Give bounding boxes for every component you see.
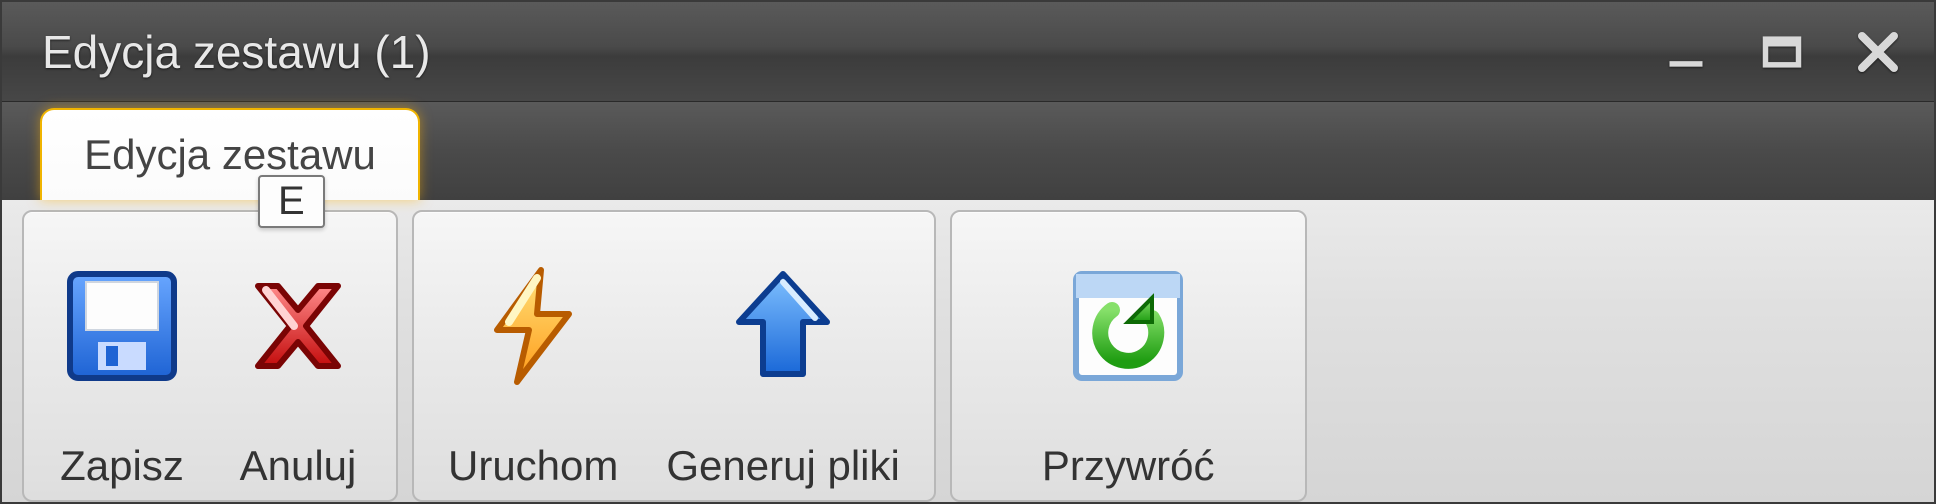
save-button[interactable]: Zapisz	[38, 220, 206, 500]
window-controls	[1662, 28, 1902, 76]
tab-strip: Edycja zestawu E	[2, 102, 1934, 200]
app-window: Edycja zestawu (1) Edycja zestawu E	[0, 0, 1936, 504]
titlebar: Edycja zestawu (1)	[2, 2, 1934, 102]
generate-button[interactable]: Generuj pliki	[646, 220, 919, 500]
close-button[interactable]	[1854, 28, 1902, 76]
tab-label: Edycja zestawu	[84, 131, 376, 179]
minimize-button[interactable]	[1662, 28, 1710, 76]
maximize-button[interactable]	[1758, 28, 1806, 76]
restore-label: Przywróć	[1042, 442, 1215, 490]
run-label: Uruchom	[448, 442, 618, 490]
cancel-button[interactable]: Anuluj	[214, 220, 382, 500]
x-icon	[234, 262, 362, 390]
tab-edycja-zestawu[interactable]: Edycja zestawu E	[40, 108, 420, 200]
ribbon-group-1: Zapisz Anuluj	[22, 210, 398, 502]
save-label: Zapisz	[60, 442, 184, 490]
close-icon	[1854, 28, 1902, 76]
run-button[interactable]: Uruchom	[428, 220, 638, 500]
ribbon-group-2: Uruchom Generuj pliki	[412, 210, 936, 502]
refresh-icon	[1064, 262, 1192, 390]
upload-icon	[719, 262, 847, 390]
maximize-icon	[1760, 30, 1804, 74]
window-title: Edycja zestawu (1)	[42, 25, 431, 79]
minimize-icon	[1664, 30, 1708, 74]
generate-label: Generuj pliki	[666, 442, 899, 490]
ribbon-group-3: Przywróć	[950, 210, 1307, 502]
bolt-icon	[469, 262, 597, 390]
save-icon	[58, 262, 186, 390]
cancel-label: Anuluj	[240, 442, 357, 490]
ribbon: Zapisz Anuluj	[2, 200, 1934, 502]
keytip-badge: E	[258, 175, 325, 228]
restore-button[interactable]: Przywróć	[1022, 220, 1235, 500]
